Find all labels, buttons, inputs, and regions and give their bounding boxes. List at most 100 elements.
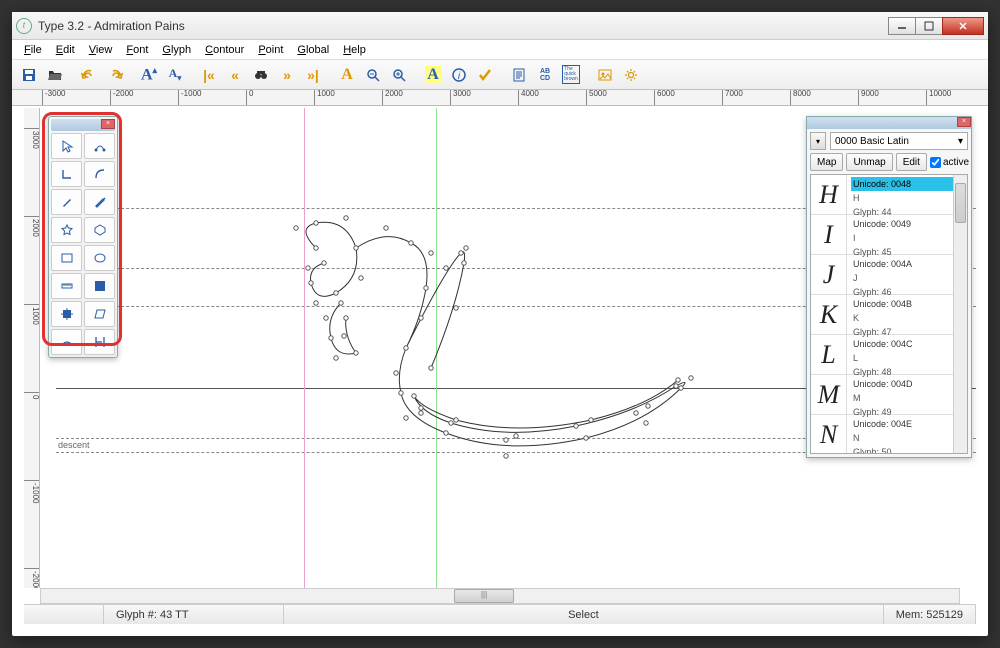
control-point[interactable] (404, 346, 408, 350)
edit-button[interactable]: Edit (896, 153, 927, 171)
minimize-button[interactable] (888, 17, 916, 35)
palette-close-icon[interactable]: × (101, 119, 115, 129)
control-point[interactable] (464, 246, 468, 250)
skew-icon[interactable] (84, 301, 115, 327)
pointer-icon[interactable] (51, 133, 82, 159)
control-point[interactable] (589, 418, 593, 422)
control-point[interactable] (412, 394, 416, 398)
control-point[interactable] (314, 301, 318, 305)
glyph-panel-titlebar[interactable]: × (807, 117, 971, 129)
menu-glyph[interactable]: Glyph (156, 42, 197, 58)
menu-font[interactable]: Font (120, 42, 154, 58)
glyph-list-item[interactable]: LUnicode: 004CLGlyph: 48 (811, 335, 967, 375)
control-point[interactable] (306, 266, 310, 270)
control-point[interactable] (322, 261, 326, 265)
palette-titlebar[interactable]: × (51, 119, 115, 131)
control-point[interactable] (394, 371, 398, 375)
control-point[interactable] (584, 436, 588, 440)
glyph-outline[interactable] (246, 208, 726, 468)
control-point[interactable] (334, 356, 338, 360)
abcd-icon[interactable]: ABCD (532, 63, 558, 87)
control-point[interactable] (444, 431, 448, 435)
prev-icon[interactable]: « (222, 63, 248, 87)
font-bigger-icon[interactable]: A▴ (136, 63, 162, 87)
control-point[interactable] (354, 351, 358, 355)
control-point[interactable] (674, 384, 678, 388)
unicode-range-dropdown[interactable]: 0000 Basic Latin▾ (830, 132, 968, 150)
control-point[interactable] (329, 336, 333, 340)
control-point[interactable] (574, 424, 578, 428)
control-point[interactable] (454, 306, 458, 310)
menu-global[interactable]: Global (291, 42, 335, 58)
ellipse-icon[interactable] (84, 245, 115, 271)
control-point[interactable] (384, 226, 388, 230)
control-point[interactable] (419, 316, 423, 320)
control-point[interactable] (689, 376, 693, 380)
tool-palette[interactable]: × (48, 116, 118, 358)
metrics-icon[interactable] (84, 329, 115, 355)
zoom-in-icon[interactable] (386, 63, 412, 87)
first-icon[interactable]: |« (196, 63, 222, 87)
control-point[interactable] (676, 378, 680, 382)
zoom-out-icon[interactable] (360, 63, 386, 87)
ruler-icon[interactable] (51, 273, 82, 299)
glyph-list[interactable]: HUnicode: 0048HGlyph: 44IUnicode: 0049IG… (810, 174, 968, 454)
glyph-list-item[interactable]: HUnicode: 0048HGlyph: 44 (811, 175, 967, 215)
control-point[interactable] (449, 421, 453, 425)
image-icon[interactable] (592, 63, 618, 87)
control-point[interactable] (344, 316, 348, 320)
glyph-panel[interactable]: × ▾ 0000 Basic Latin▾ Map Unmap Edit act… (806, 116, 972, 458)
control-point[interactable] (359, 276, 363, 280)
control-point[interactable] (309, 281, 313, 285)
control-point[interactable] (429, 251, 433, 255)
font-smaller-icon[interactable]: A▾ (162, 63, 188, 87)
highlight-icon[interactable]: A (420, 63, 446, 87)
control-point[interactable] (334, 291, 338, 295)
glyph-list-item[interactable]: KUnicode: 004BKGlyph: 47 (811, 295, 967, 335)
page-icon[interactable] (506, 63, 532, 87)
map-button[interactable]: Map (810, 153, 843, 171)
info-icon[interactable]: i (446, 63, 472, 87)
control-point[interactable] (679, 386, 683, 390)
control-point[interactable] (504, 438, 508, 442)
menu-file[interactable]: File (18, 42, 48, 58)
scrollbar-thumb[interactable]: ||| (454, 589, 514, 603)
node-icon[interactable] (84, 133, 115, 159)
unmap-button[interactable]: Unmap (846, 153, 892, 171)
control-point[interactable] (634, 411, 638, 415)
range-prev-button[interactable]: ▾ (810, 132, 826, 150)
glyph-list-item[interactable]: JUnicode: 004AJGlyph: 46 (811, 255, 967, 295)
control-point[interactable] (354, 246, 358, 250)
polygon-icon[interactable] (84, 217, 115, 243)
undo-icon[interactable] (76, 63, 102, 87)
corner-icon[interactable] (51, 161, 82, 187)
save-icon[interactable] (16, 63, 42, 87)
glyph-panel-close-icon[interactable]: × (957, 117, 971, 127)
star-icon[interactable] (51, 217, 82, 243)
maximize-button[interactable] (915, 17, 943, 35)
open-icon[interactable] (42, 63, 68, 87)
active-checkbox[interactable]: active (930, 157, 969, 168)
control-point[interactable] (419, 406, 423, 410)
control-point[interactable] (424, 286, 428, 290)
control-point[interactable] (324, 316, 328, 320)
glyph-list-item[interactable]: MUnicode: 004DMGlyph: 49 (811, 375, 967, 415)
menu-help[interactable]: Help (337, 42, 372, 58)
active-checkbox-input[interactable] (930, 157, 941, 168)
gear-icon[interactable] (618, 63, 644, 87)
control-point[interactable] (429, 366, 433, 370)
control-point[interactable] (644, 421, 648, 425)
transform-icon[interactable] (51, 301, 82, 327)
glyph-list-scrollbar[interactable] (953, 175, 967, 453)
menu-contour[interactable]: Contour (199, 42, 250, 58)
menu-view[interactable]: View (83, 42, 119, 58)
menu-point[interactable]: Point (252, 42, 289, 58)
last-icon[interactable]: »| (300, 63, 326, 87)
control-point[interactable] (404, 416, 408, 420)
control-point[interactable] (399, 391, 403, 395)
control-point[interactable] (339, 301, 343, 305)
control-point[interactable] (454, 418, 458, 422)
control-point[interactable] (314, 246, 318, 250)
curve-icon[interactable] (84, 161, 115, 187)
control-point[interactable] (459, 251, 463, 255)
